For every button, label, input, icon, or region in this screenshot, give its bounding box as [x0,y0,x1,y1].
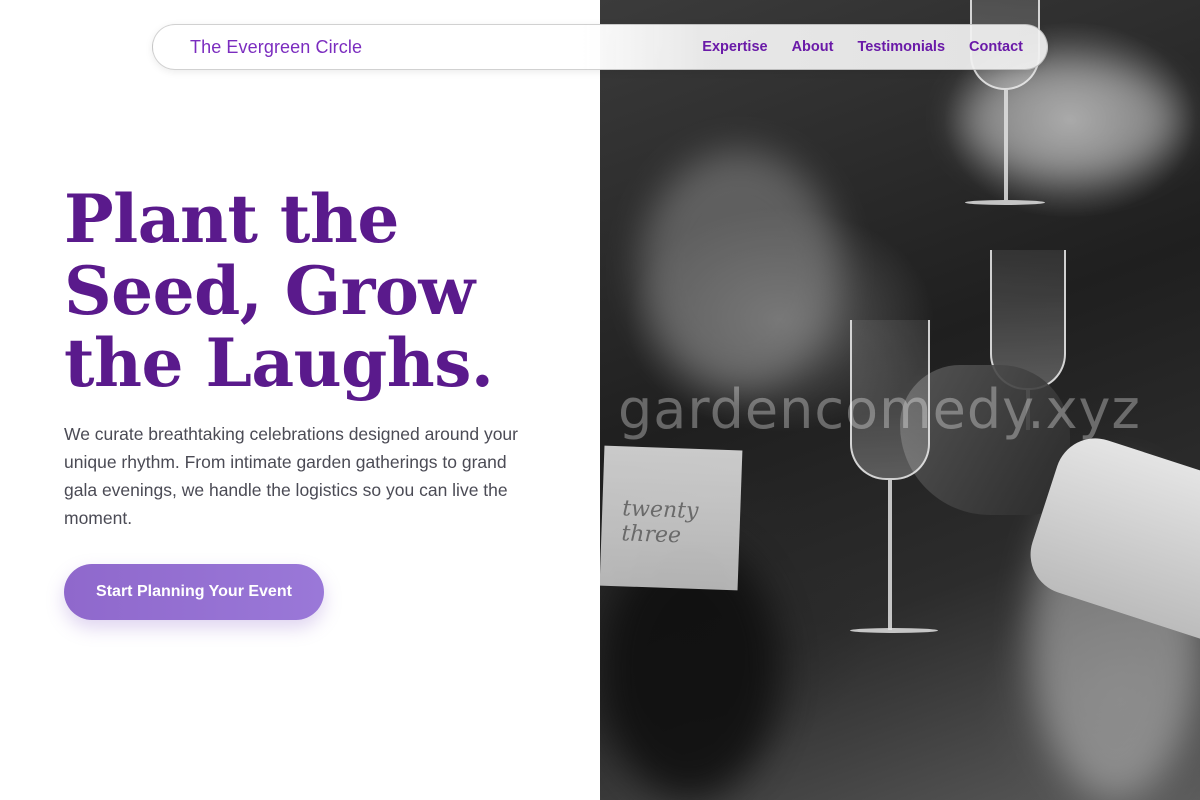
hero-photo: twenty three gardencomedy.xyz [600,0,1200,800]
nav-link-testimonials[interactable]: Testimonials [857,39,945,55]
nav-link-contact[interactable]: Contact [969,39,1023,55]
top-nav: The Evergreen Circle Expertise About Tes… [152,24,1048,70]
brand-logo[interactable]: The Evergreen Circle [190,37,362,58]
hero-lead-text: We curate breathtaking celebrations desi… [64,424,518,528]
photo-blur-face [640,150,840,390]
headline-line: the Laughs. [64,324,494,402]
start-planning-button[interactable]: Start Planning Your Event [64,564,324,620]
table-card: twenty three [600,445,743,591]
watermark: gardencomedy.xyz [618,378,1141,441]
hero-headline: Plant the Seed, Grow the Laughs. [64,183,584,399]
headline-line: Seed, Grow [64,252,475,330]
nav-link-expertise[interactable]: Expertise [702,39,767,55]
nav-links: Expertise About Testimonials Contact [702,39,1023,55]
nav-link-about[interactable]: About [792,39,834,55]
table-card-text: twenty three [620,496,699,549]
headline-line: Plant the [64,180,399,258]
